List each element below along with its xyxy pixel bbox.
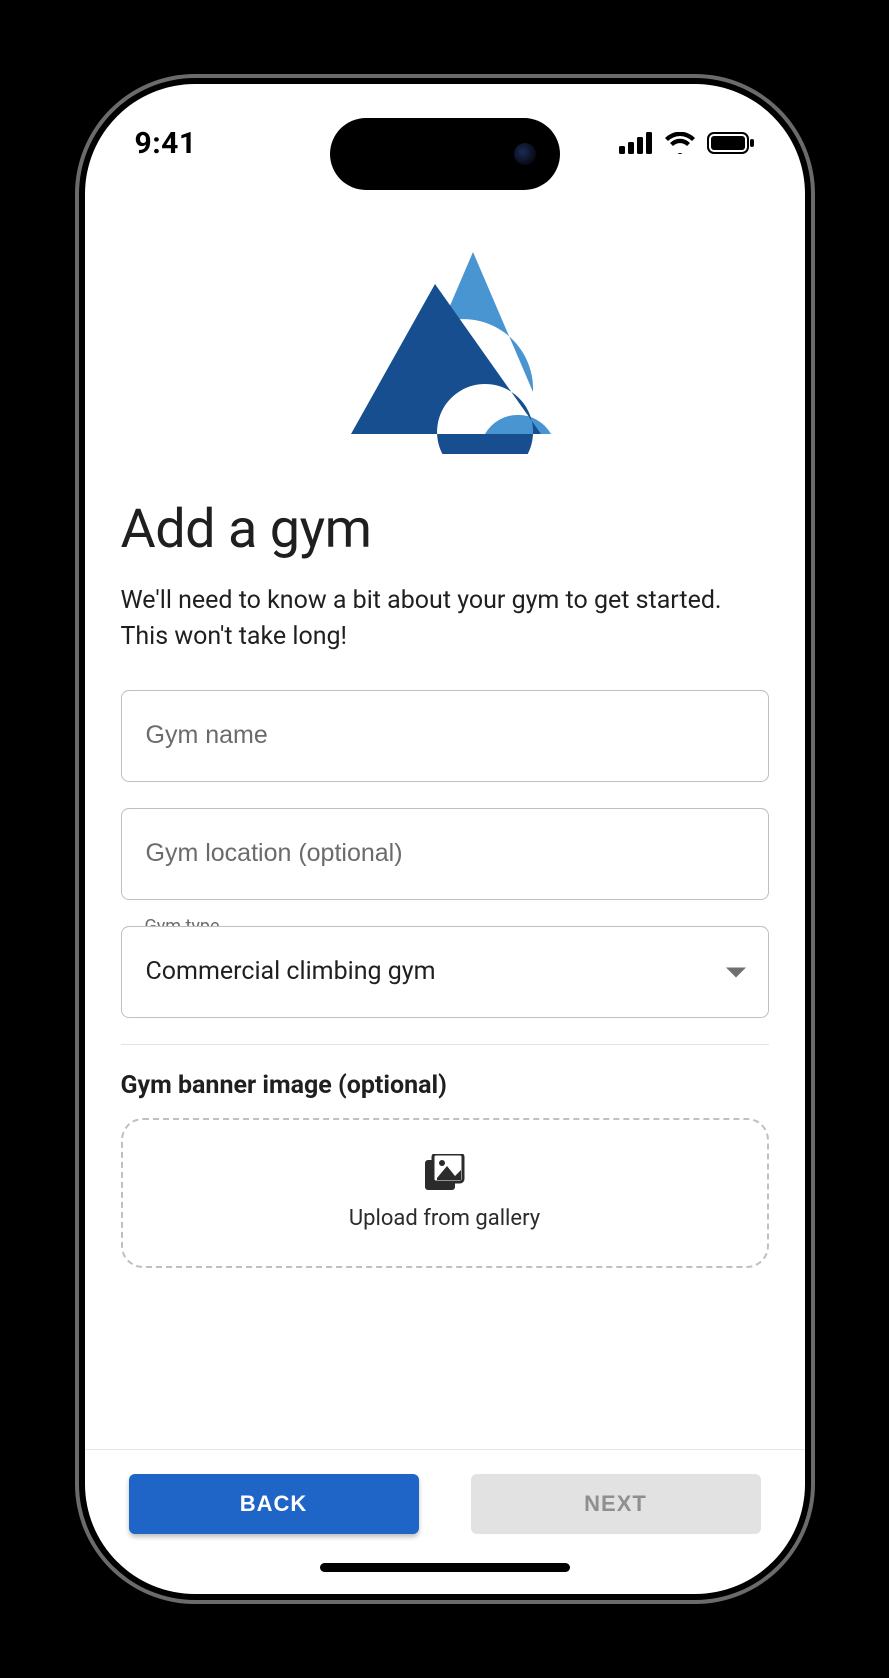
phone-screen: 9:41 [85,84,805,1594]
chevron-down-icon [726,957,746,986]
battery-icon [707,132,755,154]
home-indicator[interactable] [320,1563,570,1572]
upload-banner-button[interactable]: Upload from gallery [121,1118,769,1268]
gym-type-field: Gym type Commercial climbing gym [121,926,769,1018]
next-button: NEXT [471,1474,761,1534]
dynamic-island [330,118,560,190]
section-divider [121,1044,769,1045]
mountain-logo-icon [335,234,555,454]
phone-volume-up [71,514,79,634]
gym-location-field [121,808,769,900]
app-logo [121,234,769,454]
gym-type-select[interactable]: Commercial climbing gym [121,926,769,1018]
phone-side-button [71,394,79,454]
gym-name-field [121,690,769,782]
phone-volume-down [71,664,79,784]
gym-location-input[interactable] [121,808,769,900]
page-title: Add a gym [121,498,769,561]
footer-actions: BACK NEXT [85,1449,805,1594]
status-icons [619,124,755,154]
phone-device-frame: 9:41 [85,84,805,1594]
wifi-icon [665,132,695,154]
banner-section-label: Gym banner image (optional) [121,1071,769,1100]
gym-type-selected-value: Commercial climbing gym [146,957,436,986]
phone-power-button [811,554,819,744]
cellular-signal-icon [619,132,653,154]
upload-banner-label: Upload from gallery [349,1206,540,1231]
screen-content: Add a gym We'll need to know a bit about… [85,84,805,1594]
image-gallery-icon [425,1154,465,1194]
status-time: 9:41 [135,118,197,161]
page-subtitle: We'll need to know a bit about your gym … [121,583,769,656]
back-button[interactable]: BACK [129,1474,419,1534]
gym-name-input[interactable] [121,690,769,782]
